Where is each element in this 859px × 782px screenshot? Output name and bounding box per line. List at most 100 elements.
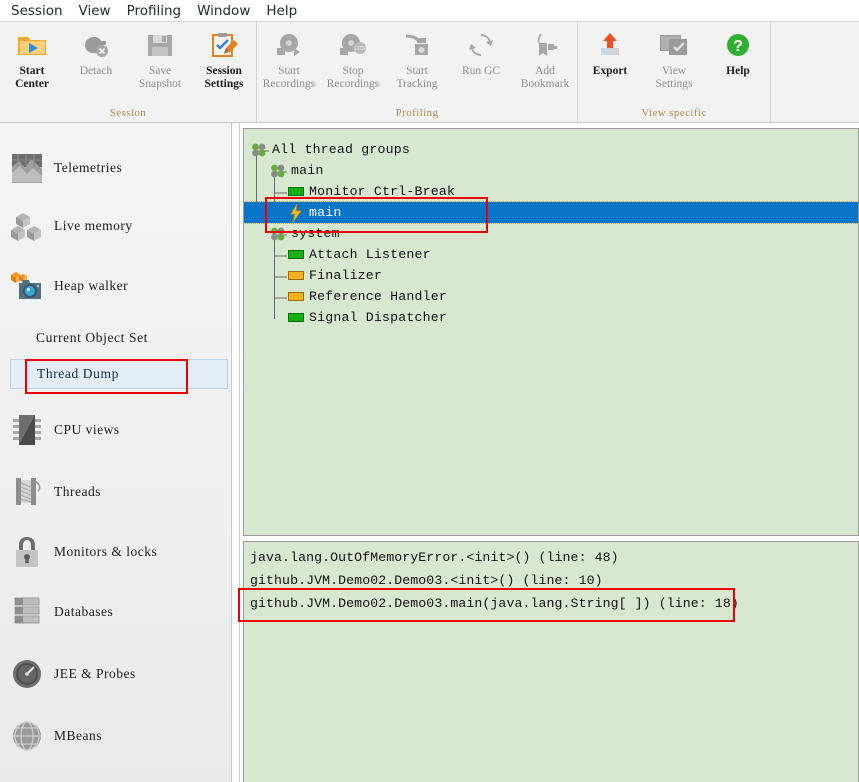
stack-trace-line-2[interactable]: github.JVM.Demo02.Demo03.<init>() (line:… [244,568,858,592]
sidebar-item-mbeans[interactable]: MBeans [0,707,231,765]
bookmark-add-icon [531,28,559,62]
stack-trace-text: github.JVM.Demo02.Demo03.main(java.lang.… [244,596,739,611]
thread-green-icon [287,184,305,200]
sidebar-item-threads[interactable]: Threads [0,463,231,521]
toolbar-button-export[interactable]: Export [578,28,642,78]
sidebar-item-databases[interactable]: Databases [0,583,231,641]
toolbar-button-label: Start Center [15,65,49,90]
toolbar-button-label: Run GC [462,65,500,78]
toolbar-group-caption: View specific [578,107,770,122]
tracking-icon [403,28,431,62]
thread-green-icon [287,310,305,326]
tree-row-attach-listener[interactable]: Attach Listener [244,244,859,265]
thread-group-icon [269,226,287,242]
sidebar-item-label: Heap walker [54,278,128,294]
toolbar-button-label: Start Tracking [396,65,437,90]
sidebar-header-label: Current Object Set [36,330,148,346]
sidebar-item-jee-probes[interactable]: JEE & Probes [0,645,231,703]
globe-icon [0,714,54,758]
toolbar-button-label: Save Snapshot [139,65,181,90]
tree-row-label: Attach Listener [309,247,431,262]
toolbar-button-help[interactable]: ? Help [706,28,770,78]
tree-row-label: All thread groups [272,142,410,157]
toolbar-button-label: Stop Recordings [327,65,379,90]
sidebar-item-label: Monitors & locks [54,544,157,560]
tree-row-main[interactable]: main [244,160,859,181]
database-stack-icon [0,590,54,634]
thread-green-icon [287,247,305,263]
thread-orange-icon [287,268,305,284]
toolbar-button-label: Export [593,65,628,78]
stack-trace-text: github.JVM.Demo02.Demo03.<init>() (line:… [244,573,603,588]
menu-item-session[interactable]: Session [4,1,70,21]
thread-group-icon [269,163,287,179]
thread-orange-icon [287,289,305,305]
toolbar-button-label: Add Bookmark [521,65,570,90]
menu-item-help[interactable]: Help [259,1,304,21]
menu-item-view[interactable]: View [72,1,118,21]
sidebar-item-thread-dump[interactable]: Thread Dump [10,359,228,389]
padlock-icon [0,530,54,574]
toolbar-button-label: Detach [80,65,113,78]
toolbar-button-label: Start Recordings [263,65,315,90]
live-memory-cubes-icon [0,204,54,248]
tree-row-label: Reference Handler [309,289,447,304]
tree-row-system[interactable]: system [244,223,859,244]
tree-row-reference-handler[interactable]: Reference Handler [244,286,859,307]
stack-trace-panel[interactable]: java.lang.OutOfMemoryError.<init>() (lin… [243,541,859,782]
sidebar-item-label: Threads [54,484,101,500]
toolbar-button-label: Help [726,65,750,78]
toolbar-button-session-settings[interactable]: Session Settings [192,28,256,90]
panel-divider[interactable] [232,123,242,782]
tree-row-finalizer[interactable]: Finalizer [244,265,859,286]
record-start-icon [274,28,304,62]
tree-row-all-thread-groups[interactable]: All thread groups [244,139,859,160]
sidebar: Telemetries Live memory Heap walker Curre… [0,123,232,782]
sidebar-item-label: CPU views [54,422,120,438]
tree-row-label: Signal Dispatcher [309,310,447,325]
menu-item-window[interactable]: Window [190,1,257,21]
tree-row-main-thread[interactable]: main [244,202,859,223]
sidebar-item-label: Telemetries [54,160,122,176]
tree-row-label: system [291,226,340,241]
sidebar-item-label: JEE & Probes [54,666,136,682]
sidebar-item-cpu-views[interactable]: CPU views [0,401,231,459]
toolbar-group-session: Start Center Detach Save Snapshot Sessio… [0,22,256,122]
menu-item-profiling[interactable]: Profiling [120,1,189,21]
sidebar-item-label: MBeans [54,728,102,744]
thread-tree-panel[interactable]: All thread groups mainMonitor Ctrl-Break… [243,128,859,536]
toolbar-button-save-snapshot: Save Snapshot [128,28,192,90]
toolbar-button-label: Session Settings [205,65,244,90]
gauge-icon [0,652,54,696]
plug-disconnect-icon [81,28,111,62]
tree-row-signal-dispatcher[interactable]: Signal Dispatcher [244,307,859,328]
toolbar-group-caption: Profiling [257,107,577,122]
sidebar-item-label: Thread Dump [37,366,119,382]
toolbar-button-stop-recordings: STOP Stop Recordings [321,28,385,90]
stack-trace-line-3[interactable]: github.JVM.Demo02.Demo03.main(java.lang.… [244,591,858,615]
sidebar-item-monitors-locks[interactable]: Monitors & locks [0,523,231,581]
toolbar-button-add-bookmark: Add Bookmark [513,28,577,90]
tree-row-monitor-ctrl-break[interactable]: Monitor Ctrl-Break [244,181,859,202]
heap-walker-camera-icon [0,264,54,308]
toolbar-group-profiling: Start Recordings STOP Stop Recordings Sta… [256,22,577,122]
sidebar-item-telemetries[interactable]: Telemetries [0,139,231,197]
menu-bar: SessionViewProfilingWindowHelp [0,0,859,22]
sidebar-item-heap-walker[interactable]: Heap walker [0,257,231,315]
sidebar-item-live-memory[interactable]: Live memory [0,197,231,255]
toolbar: Start Center Detach Save Snapshot Sessio… [0,22,859,123]
sidebar-item-label: Live memory [54,218,133,234]
thread-lightning-icon [287,205,305,221]
floppy-disk-icon [146,28,174,62]
recycle-icon [468,28,494,62]
toolbar-button-start-center[interactable]: Start Center [0,28,64,90]
svg-text:STOP: STOP [353,46,367,52]
stack-trace-text: java.lang.OutOfMemoryError.<init>() (lin… [244,550,619,565]
svg-text:?: ? [733,38,743,55]
toolbar-button-start-recordings: Start Recordings [257,28,321,90]
toolbar-group-caption: Session [0,107,256,122]
telemetries-chart-icon [0,146,54,190]
tree-row-label: Finalizer [309,268,382,283]
stack-trace-line-1[interactable]: java.lang.OutOfMemoryError.<init>() (lin… [244,545,858,569]
tree-row-label: main [291,163,323,178]
